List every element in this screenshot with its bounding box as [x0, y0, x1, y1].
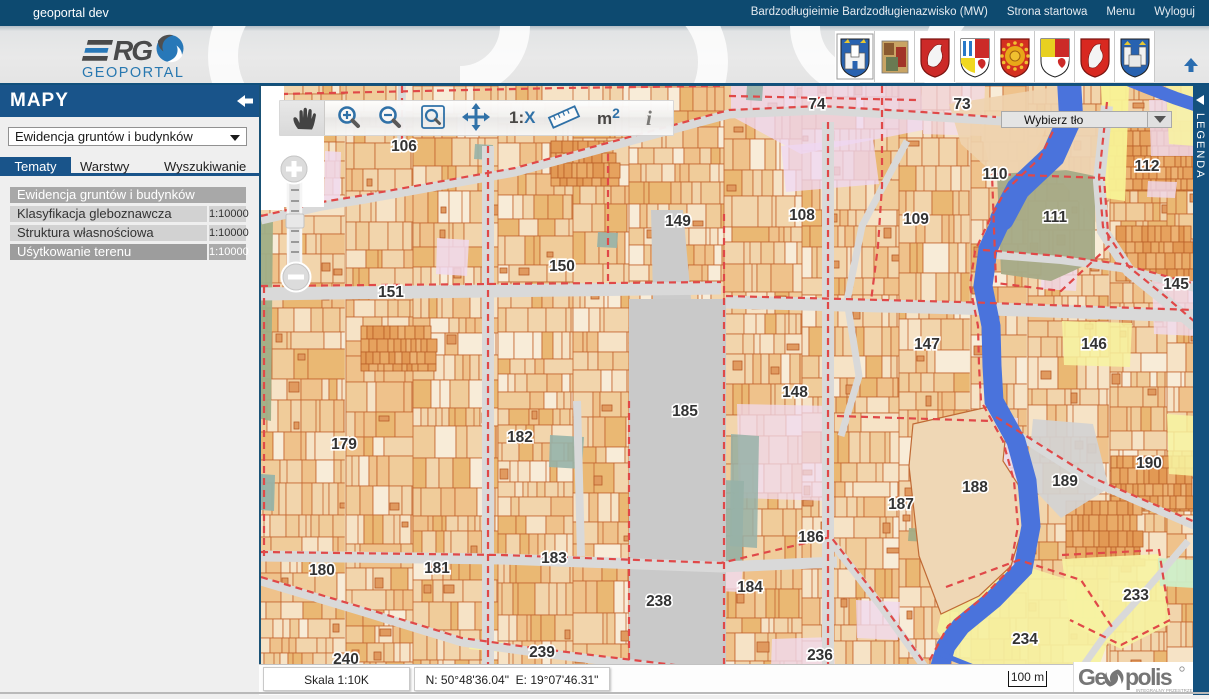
svg-text:190: 190 — [1136, 455, 1162, 472]
svg-text:74: 74 — [808, 96, 826, 113]
svg-text:188: 188 — [962, 479, 988, 496]
svg-text:146: 146 — [1081, 336, 1107, 353]
svg-text:1:X: 1:X — [509, 108, 536, 127]
svg-text:151: 151 — [378, 284, 404, 301]
svg-text:179: 179 — [331, 436, 357, 453]
svg-text:189: 189 — [1052, 473, 1078, 490]
svg-text:112: 112 — [1134, 158, 1159, 175]
svg-text:GEOPORTAL: GEOPORTAL — [82, 65, 184, 81]
svg-text:234: 234 — [1012, 631, 1038, 648]
svg-text:150: 150 — [549, 258, 575, 275]
svg-text:185: 185 — [672, 403, 698, 420]
svg-text:181: 181 — [424, 560, 450, 577]
svg-text:180: 180 — [309, 562, 335, 579]
svg-text:184: 184 — [737, 579, 763, 596]
svg-text:147: 147 — [914, 336, 940, 353]
svg-text:110: 110 — [982, 166, 1007, 183]
svg-text:m2: m2 — [597, 105, 620, 128]
svg-text:238: 238 — [646, 593, 672, 610]
svg-text:RG: RG — [113, 35, 152, 66]
svg-text:i: i — [646, 106, 652, 130]
svg-text:Ge: Ge — [1078, 664, 1106, 690]
svg-text:236: 236 — [807, 647, 833, 664]
svg-text:73: 73 — [953, 96, 971, 113]
svg-text:108: 108 — [789, 207, 815, 224]
svg-text:106: 106 — [391, 138, 417, 155]
svg-text:145: 145 — [1163, 276, 1189, 293]
svg-text:109: 109 — [903, 211, 929, 228]
svg-text:182: 182 — [507, 429, 533, 446]
svg-text:233: 233 — [1123, 587, 1149, 604]
svg-text:186: 186 — [798, 529, 824, 546]
svg-text:183: 183 — [541, 550, 567, 567]
svg-text:148: 148 — [782, 384, 808, 401]
svg-text:polis: polis — [1125, 664, 1172, 690]
svg-text:111: 111 — [1043, 209, 1068, 226]
svg-text:149: 149 — [665, 213, 691, 230]
svg-text:187: 187 — [888, 496, 914, 513]
svg-text:239: 239 — [529, 644, 555, 661]
